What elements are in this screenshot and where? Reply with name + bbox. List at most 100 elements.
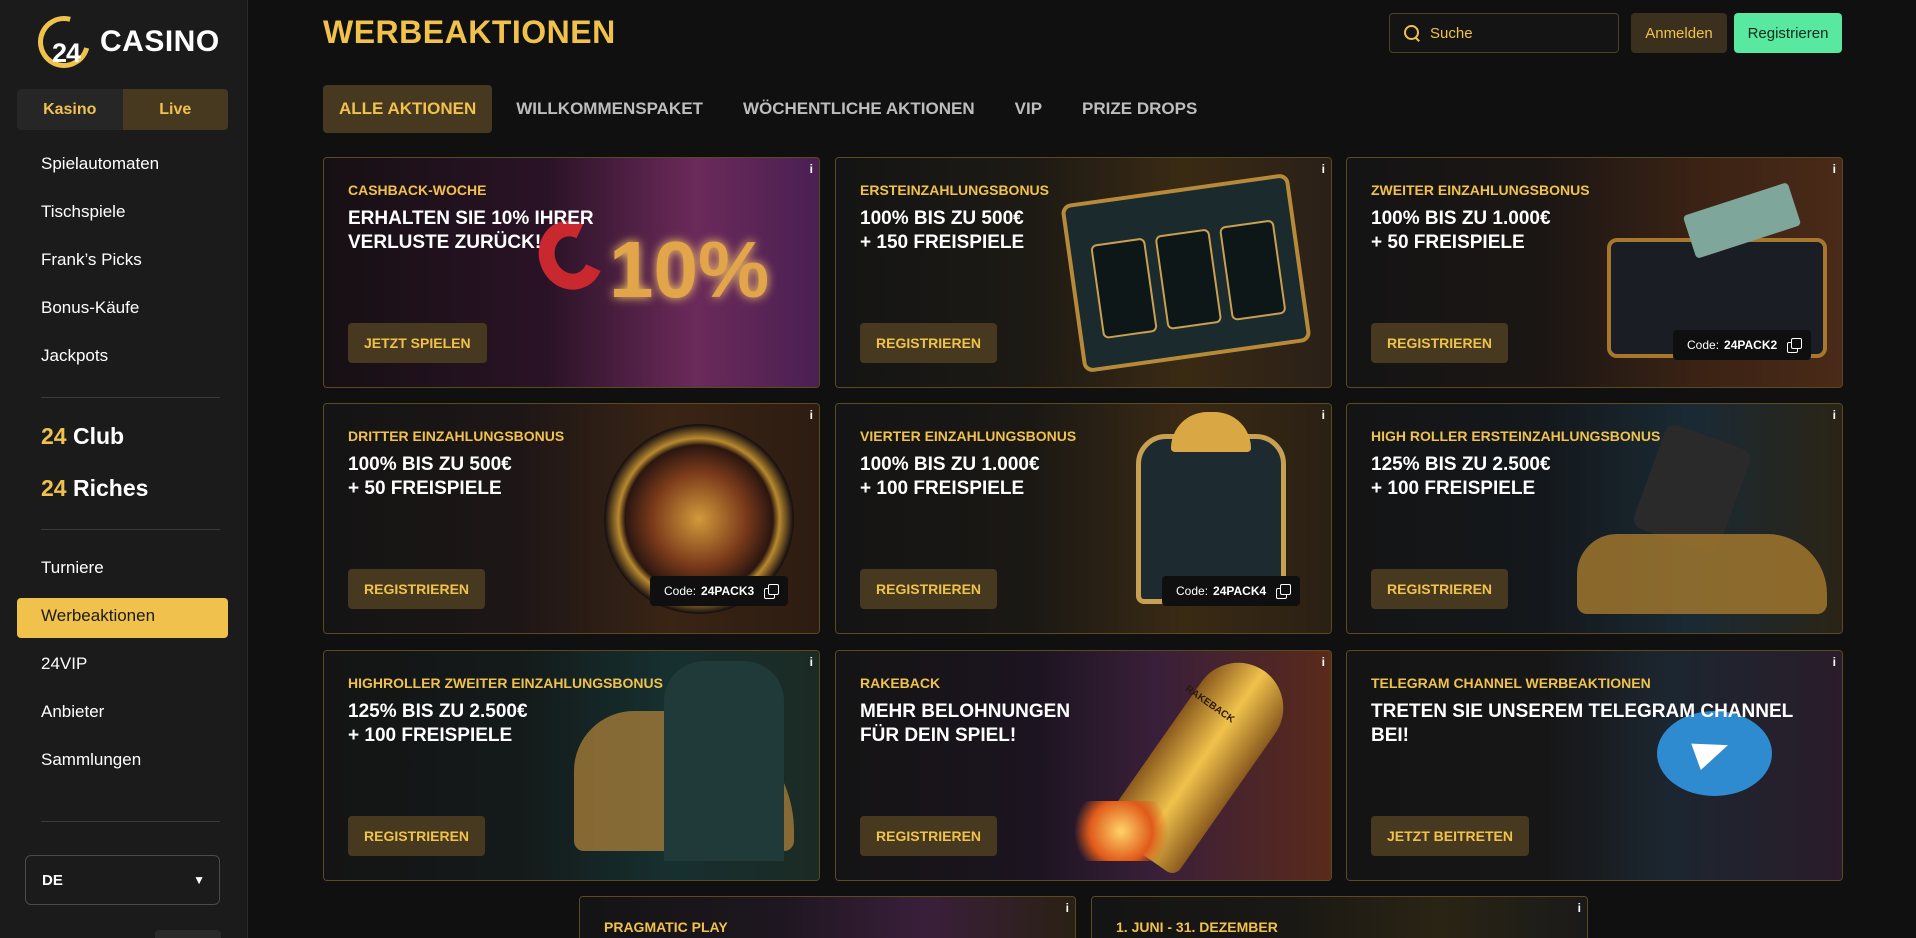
promo-label: ERSTEINZAHLUNGSBONUS [860,182,1050,198]
promo-card-high-roller-second[interactable]: HIGHROLLER ZWEITER EINZAHLUNGSBONUS 125%… [323,650,820,881]
promo-headline: 125% BIS ZU 2.500€ + 100 FREISPIELE [1371,454,1551,499]
riches-number: 24 [41,475,67,501]
promo-label: DRITTER EINZAHLUNGSBONUS [348,428,565,444]
promo-label: ZWEITER EINZAHLUNGSBONUS [1371,182,1590,198]
promo-cta-button[interactable]: JETZT BEITRETEN [1371,816,1530,856]
info-icon[interactable]: i [1322,162,1325,176]
promo-headline: 125% BIS ZU 2.500€ + 100 FREISPIELE [348,701,528,746]
copy-icon[interactable] [1787,338,1803,353]
promo-card-first-deposit[interactable]: ERSTEINZAHLUNGSBONUS 100% BIS ZU 500€ + … [835,157,1332,388]
tab-vip[interactable]: VIP [999,85,1058,133]
promo-card-third-deposit[interactable]: DRITTER EINZAHLUNGSBONUS 100% BIS ZU 500… [323,403,820,634]
register-button[interactable]: Registrieren [1734,13,1842,53]
promo-label: RAKEBACK [860,675,941,691]
rocket-flame-icon [1066,801,1176,861]
caret-down-icon: ▼ [193,873,205,887]
promo-card-pragmatic-play[interactable]: PRAGMATIC PLAY i [579,896,1076,938]
club-word: Club [72,423,125,449]
sidebar-item-anbieter[interactable]: Anbieter [41,702,104,722]
person-in-suit-icon [664,661,784,861]
promo-code-label: Code: [664,584,697,598]
promo-card-fourth-deposit[interactable]: VIERTER EINZAHLUNGSBONUS 100% BIS ZU 1.0… [835,403,1332,634]
sidebar-item-turniere[interactable]: Turniere [41,558,104,578]
info-icon[interactable]: i [810,162,813,176]
search-icon [1404,25,1420,41]
casino-logo[interactable]: 24 CASINO [28,6,220,78]
sidebar-bottom-button[interactable] [155,930,221,938]
promo-label: VIERTER EINZAHLUNGSBONUS [860,428,1077,444]
mode-switch: Kasino Live [17,89,228,130]
promo-code-chip[interactable]: Code: 24PACK2 [1673,330,1812,360]
promo-label: CASHBACK-WOCHE [348,182,487,198]
mode-live-button[interactable]: Live [122,89,228,130]
info-icon[interactable]: i [1833,655,1836,669]
sidebar-item-franks-picks[interactable]: Frank’s Picks [41,250,142,270]
tab-prize-drops[interactable]: PRIZE DROPS [1066,85,1213,133]
search-input[interactable] [1430,24,1610,42]
promo-code-chip[interactable]: Code: 24PACK4 [1162,576,1301,606]
promo-headline: 100% BIS ZU 500€ + 50 FREISPIELE [348,454,512,499]
promo-code-value: 24PACK4 [1213,584,1267,598]
info-icon[interactable]: i [1833,408,1836,422]
search-box[interactable] [1389,13,1619,53]
language-select[interactable]: DE ▼ [25,855,220,905]
page-title: WERBEAKTIONEN [323,14,616,50]
sports-car-icon [1577,534,1827,614]
promo-cta-button[interactable]: REGISTRIEREN [1371,569,1509,609]
info-icon[interactable]: i [810,655,813,669]
sidebar-item-24vip[interactable]: 24VIP [41,654,87,674]
promo-label: 1. JUNI - 31. DEZEMBER [1116,919,1278,935]
promo-cta-button[interactable]: REGISTRIEREN [348,816,486,856]
promo-card-high-roller-first[interactable]: HIGH ROLLER ERSTEINZAHLUNGSBONUS 125% BI… [1346,403,1843,634]
promo-card-telegram[interactable]: TELEGRAM CHANNEL WERBEAKTIONEN TRETEN SI… [1346,650,1843,881]
sidebar-item-24-riches[interactable]: 24 Riches [41,475,148,502]
sidebar-item-sammlungen[interactable]: Sammlungen [41,750,141,770]
promo-cta-button[interactable]: REGISTRIEREN [860,323,998,363]
sidebar-item-werbeaktionen[interactable]: Werbeaktionen [41,606,155,626]
promo-label: HIGH ROLLER ERSTEINZAHLUNGSBONUS [1371,428,1661,444]
copy-icon[interactable] [1276,584,1292,599]
sidebar-item-bonus-kaeufe[interactable]: Bonus-Käufe [41,298,139,318]
sidebar-divider [41,529,220,530]
promo-cta-button[interactable]: REGISTRIEREN [1371,323,1509,363]
login-button[interactable]: Anmelden [1631,13,1727,53]
mode-kasino-button[interactable]: Kasino [17,89,123,130]
promo-cta-button[interactable]: REGISTRIEREN [860,569,998,609]
info-icon[interactable]: i [1066,901,1069,915]
sidebar-divider [41,397,220,398]
sidebar-item-jackpots[interactable]: Jackpots [41,346,108,366]
info-icon[interactable]: i [1322,408,1325,422]
copy-icon[interactable] [764,584,780,599]
sidebar-item-spielautomaten[interactable]: Spielautomaten [41,154,159,174]
promo-label: HIGHROLLER ZWEITER EINZAHLUNGSBONUS [348,675,663,691]
promo-code-value: 24PACK2 [1724,338,1778,352]
info-icon[interactable]: i [1578,901,1581,915]
promo-headline: 100% BIS ZU 1.000€ + 100 FREISPIELE [860,454,1040,499]
promo-cta-button[interactable]: JETZT SPIELEN [348,323,487,363]
tab-willkommenspaket[interactable]: WILLKOMMENSPAKET [500,85,719,133]
promo-headline: MEHR BELOHNUNGEN FÜR DEIN SPIEL! [860,701,1071,746]
sidebar-item-tischspiele[interactable]: Tischspiele [41,202,125,222]
logo-word: CASINO [100,25,220,58]
promo-label: TELEGRAM CHANNEL WERBEAKTIONEN [1371,675,1651,691]
promo-headline: 100% BIS ZU 500€ + 150 FREISPIELE [860,208,1025,253]
promo-headline: ERHALTEN SIE 10% IHRER VERLUSTE ZURÜCK! [348,208,594,253]
promo-card-june-december[interactable]: 1. JUNI - 31. DEZEMBER i [1091,896,1588,938]
promo-cta-button[interactable]: REGISTRIEREN [348,569,486,609]
tab-alle-aktionen[interactable]: ALLE AKTIONEN [323,85,493,133]
promo-headline: TRETEN SIE UNSEREM TELEGRAM CHANNEL BEI! [1371,701,1793,746]
slot-machine-icon [1060,172,1312,374]
info-icon[interactable]: i [810,408,813,422]
promo-code-chip[interactable]: Code: 24PACK3 [650,576,789,606]
promo-card-rakeback[interactable]: RAKEBACK RAKEBACK MEHR BELOHNUNGEN FÜR D… [835,650,1332,881]
info-icon[interactable]: i [1322,655,1325,669]
sidebar-divider [41,821,220,822]
app-root: 24 CASINO Kasino Live Spielautomaten Tis… [0,0,1916,938]
promo-card-second-deposit[interactable]: ZWEITER EINZAHLUNGSBONUS 100% BIS ZU 1.0… [1346,157,1843,388]
tab-woechentliche-aktionen[interactable]: WÖCHENTLICHE AKTIONEN [727,85,991,133]
sidebar-item-24-club[interactable]: 24 Club [41,423,124,450]
info-icon[interactable]: i [1833,162,1836,176]
promo-code-value: 24PACK3 [701,584,755,598]
promo-card-cashback[interactable]: 10% CASHBACK-WOCHE ERHALTEN SIE 10% IHRE… [323,157,820,388]
promo-cta-button[interactable]: REGISTRIEREN [860,816,998,856]
